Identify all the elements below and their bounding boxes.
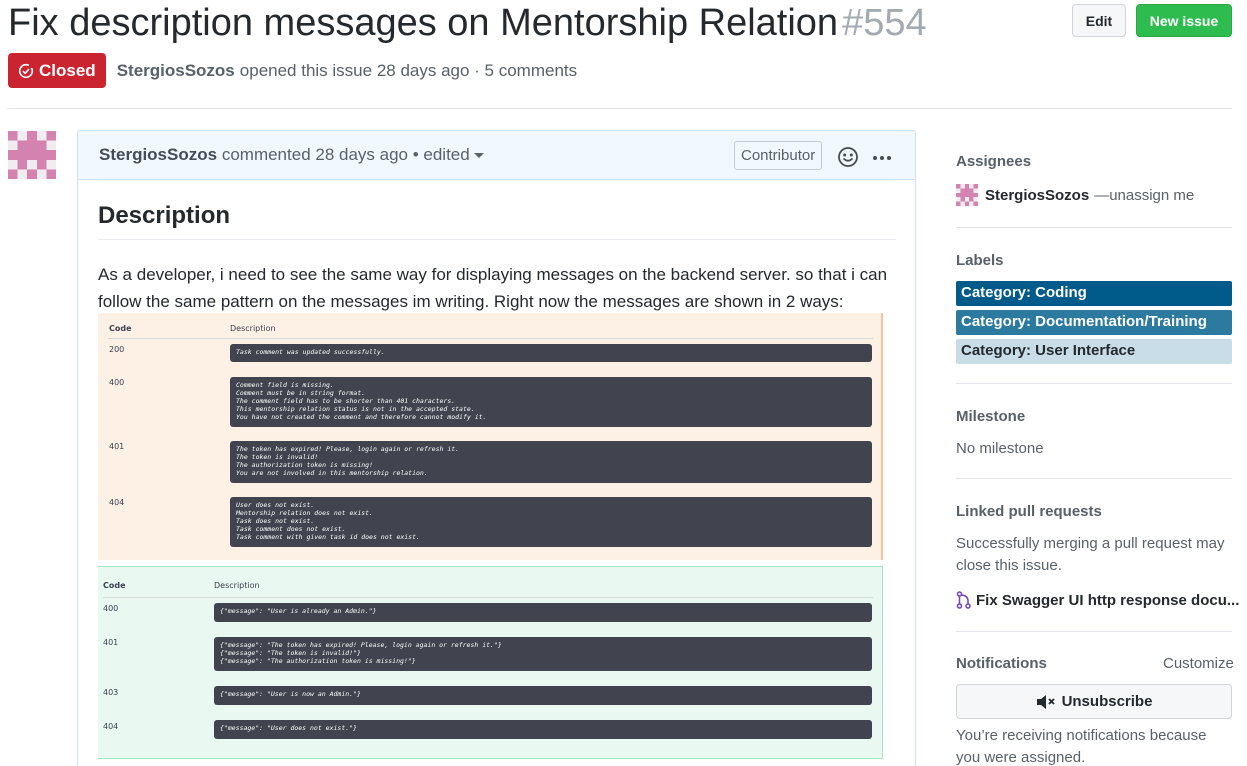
issue-author-link[interactable]: StergiosSozos [117,61,235,81]
heading-rule [98,239,896,240]
col-code-header: Code [109,324,132,333]
assignees-heading[interactable]: Assignees [956,153,1232,170]
label-documentation-training[interactable]: Category: Documentation/Training [956,310,1232,335]
sidebar-divider [956,478,1232,479]
mute-icon [1036,694,1055,709]
kebab-menu-icon[interactable] [872,150,892,168]
edit-button[interactable]: Edit [1072,4,1126,37]
embedded-image-responses-2[interactable]: Code Description 400 {"message": "User i… [98,566,883,759]
response-code: 401 [103,638,119,647]
response-code: 401 [109,442,125,451]
code-block: User does not exist. Mentorship relation… [230,497,872,547]
code-block: {"message": "User is now an Admin."} [214,686,872,705]
comment-body: As a developer, i need to see the same w… [98,265,888,311]
response-code: 404 [103,722,119,731]
embedded-image-responses-1[interactable]: Code Description 200 Task comment was up… [98,313,883,560]
issue-meta: Closed StergiosSozos opened this issue 2… [8,53,577,88]
sidebar-divider [956,383,1232,384]
code-block: {"message": "User is already an Admin."} [214,603,872,622]
issue-meta-text: opened this issue 28 days ago · 5 commen… [239,60,578,80]
milestone-value: No milestone [956,440,1044,457]
response-code: 403 [103,688,119,697]
assignee-avatar[interactable] [956,184,978,206]
table-rule [103,597,873,598]
smiley-icon[interactable] [837,146,859,173]
comment-box: StergiosSozos commented 28 days ago • ed… [77,130,916,766]
issue-closed-icon [18,63,34,78]
pull-request-icon [956,591,971,609]
unsubscribe-button[interactable]: Unsubscribe [956,684,1232,719]
code-block: {"message": "The token has expired! Plea… [214,637,872,671]
table-rule [108,338,873,339]
avatar[interactable] [8,131,56,179]
comment-author-link[interactable]: StergiosSozos [99,145,217,164]
col-code-header: Code [103,581,126,590]
issue-title: Fix description messages on Mentorship R… [8,2,927,45]
comment-heading: Description [98,202,231,229]
unassign-link[interactable]: —unassign me [1094,187,1194,204]
col-description-header: Description [230,324,276,333]
code-block: {"message": "User does not exist."} [214,720,872,739]
response-code: 404 [109,498,125,507]
contributor-badge: Contributor [734,141,823,170]
comment-meta-text[interactable]: commented 28 days ago • edited [222,145,470,164]
sidebar-divider [956,227,1232,228]
sidebar-divider [956,631,1232,632]
response-code: 200 [109,345,125,354]
notifications-note: You’re receiving notifications because y… [956,727,1207,766]
response-code: 400 [103,604,119,613]
status-badge: Closed [8,53,106,88]
chevron-down-icon[interactable] [473,153,484,159]
customize-link[interactable]: Customize [1163,655,1234,672]
issue-number: #554 [842,2,927,44]
label-coding[interactable]: Category: Coding [956,281,1232,306]
status-label: Closed [39,60,96,80]
labels-heading[interactable]: Labels [956,252,1232,269]
code-block: The token has expired! Please, login aga… [230,441,872,483]
linked-prs-note: Successfully merging a pull request may … [956,535,1225,574]
assignee-name[interactable]: StergiosSozos [985,187,1089,204]
response-code: 400 [109,378,125,387]
linked-pr-title[interactable]: Fix Swagger UI http response docu... [976,592,1239,609]
code-block: Task comment was updated successfully. [230,344,872,362]
code-block: Comment field is missing. Comment must b… [230,377,872,427]
milestone-heading[interactable]: Milestone [956,408,1232,425]
comment-meta: StergiosSozos commented 28 days ago • ed… [99,145,484,165]
col-description-header: Description [214,581,260,590]
linked-prs-heading[interactable]: Linked pull requests [956,503,1232,520]
unsubscribe-label: Unsubscribe [1061,693,1153,710]
comment-header: StergiosSozos commented 28 days ago • ed… [78,131,915,180]
header-divider [7,108,1232,109]
label-user-interface[interactable]: Category: User Interface [956,339,1232,364]
linked-pr-item[interactable]: Fix Swagger UI http response docu... [956,591,1239,609]
new-issue-button[interactable]: New issue [1136,4,1232,37]
assignee-item: StergiosSozos —unassign me [956,184,1194,206]
issue-title-text: Fix description messages on Mentorship R… [8,2,839,44]
